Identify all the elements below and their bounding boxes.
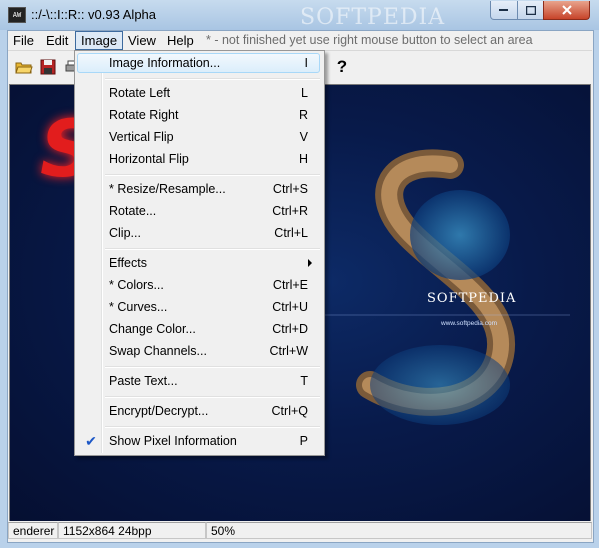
- menuitem-label: Show Pixel Information: [109, 434, 237, 448]
- save-button[interactable]: [38, 57, 58, 77]
- menuitem-effects[interactable]: Effects: [77, 253, 320, 273]
- menuitem-label: Rotate Right: [109, 108, 179, 122]
- menuitem-shortcut: Ctrl+U: [272, 300, 308, 314]
- maximize-button[interactable]: [517, 1, 544, 20]
- close-icon: [561, 5, 572, 15]
- menuitem-paste-text[interactable]: Paste Text... T: [77, 371, 320, 391]
- menuitem-label: * Curves...: [109, 300, 168, 314]
- app-icon[interactable]: AW: [8, 7, 26, 23]
- menuitem-shortcut: R: [298, 108, 308, 122]
- submenu-arrow-icon: [308, 259, 312, 267]
- menuitem-label: Vertical Flip: [109, 130, 174, 144]
- image-menu-dropdown: Image Information... I Rotate Left L Rot…: [74, 50, 325, 456]
- status-renderer: enderer: [8, 522, 58, 539]
- menuitem-change-color[interactable]: Change Color... Ctrl+D: [77, 319, 320, 339]
- menuitem-shortcut: P: [299, 434, 308, 448]
- menuitem-label: * Resize/Resample...: [109, 182, 226, 196]
- menu-image[interactable]: Image: [75, 31, 124, 50]
- menu-file[interactable]: File: [8, 32, 39, 49]
- menu-view[interactable]: View: [123, 32, 161, 49]
- help-cursor-button[interactable]: ?: [332, 57, 352, 77]
- canvas-brand-text: SOFTPEDIA: [427, 291, 517, 306]
- menuitem-rotate[interactable]: Rotate... Ctrl+R: [77, 201, 320, 221]
- menuitem-horizontal-flip[interactable]: Horizontal Flip H: [77, 149, 320, 169]
- menuitem-shortcut: H: [298, 152, 308, 166]
- menu-edit[interactable]: Edit: [41, 32, 73, 49]
- menuitem-shortcut: L: [301, 86, 308, 100]
- menuitem-shortcut: T: [300, 374, 308, 388]
- menuitem-label: Change Color...: [109, 322, 196, 336]
- menuitem-resize-resample[interactable]: * Resize/Resample... Ctrl+S: [77, 179, 320, 199]
- app-window: AW ::/-\::I::R:: v0.93 Alpha SOFTPEDIA F…: [0, 0, 599, 548]
- menuitem-clip[interactable]: Clip... Ctrl+L: [77, 223, 320, 243]
- minimize-button[interactable]: [490, 1, 518, 20]
- checkmark-icon: ✔: [85, 433, 97, 449]
- menu-help[interactable]: Help: [162, 32, 199, 49]
- title-watermark: SOFTPEDIA: [300, 5, 446, 30]
- menu-separator: [105, 248, 320, 250]
- canvas-url-text: www.softpedia.com: [441, 320, 497, 327]
- menuitem-shortcut: V: [299, 130, 308, 144]
- menuitem-show-pixel-information[interactable]: ✔ Show Pixel Information P: [77, 431, 320, 451]
- menu-hint-text: * - not finished yet use right mouse but…: [206, 33, 533, 47]
- menu-bar: File Edit Image View Help * - not finish…: [8, 31, 592, 51]
- menuitem-label: Rotate...: [109, 204, 157, 218]
- menuitem-label: * Colors...: [109, 278, 164, 292]
- status-zoom: 50%: [206, 522, 592, 539]
- menuitem-shortcut: Ctrl+E: [272, 278, 308, 292]
- menuitem-label: Swap Channels...: [109, 344, 207, 358]
- menuitem-shortcut: Ctrl+Q: [271, 404, 308, 418]
- status-image-info: 1152x864 24bpp: [58, 522, 206, 539]
- menuitem-curves[interactable]: * Curves... Ctrl+U: [77, 297, 320, 317]
- menuitem-colors[interactable]: * Colors... Ctrl+E: [77, 275, 320, 295]
- maximize-icon: [525, 5, 536, 15]
- menuitem-shortcut: Ctrl+S: [272, 182, 308, 196]
- save-disk-icon: [40, 59, 56, 75]
- menuitem-encrypt-decrypt[interactable]: Encrypt/Decrypt... Ctrl+Q: [77, 401, 320, 421]
- menu-separator: [105, 426, 320, 428]
- title-bar[interactable]: AW ::/-\::I::R:: v0.93 Alpha SOFTPEDIA: [0, 0, 599, 30]
- menuitem-shortcut: Ctrl+R: [272, 204, 308, 218]
- menuitem-rotate-right[interactable]: Rotate Right R: [77, 105, 320, 125]
- open-button[interactable]: [14, 57, 34, 77]
- minimize-icon: [499, 9, 508, 11]
- menuitem-label: Image Information...: [109, 56, 221, 70]
- menuitem-swap-channels[interactable]: Swap Channels... Ctrl+W: [77, 341, 320, 361]
- menuitem-label: Encrypt/Decrypt...: [109, 404, 209, 418]
- menuitem-rotate-left[interactable]: Rotate Left L: [77, 83, 320, 103]
- menuitem-label: Rotate Left: [109, 86, 171, 100]
- menuitem-image-information[interactable]: Image Information... I: [77, 53, 320, 73]
- open-folder-icon: [15, 62, 33, 74]
- status-bar: enderer 1152x864 24bpp 50%: [8, 521, 592, 541]
- menu-separator: [105, 78, 320, 80]
- window-title: ::/-\::I::R:: v0.93 Alpha: [31, 7, 157, 22]
- menuitem-shortcut: Ctrl+W: [269, 344, 308, 358]
- menuitem-label: Clip...: [109, 226, 141, 240]
- menuitem-label: Paste Text...: [109, 374, 178, 388]
- menu-separator: [105, 396, 320, 398]
- menuitem-vertical-flip[interactable]: Vertical Flip V: [77, 127, 320, 147]
- menuitem-shortcut: Ctrl+L: [274, 226, 308, 240]
- menuitem-label: Horizontal Flip: [109, 152, 189, 166]
- menu-separator: [105, 366, 320, 368]
- close-button[interactable]: [543, 1, 590, 20]
- menuitem-label: Effects: [109, 256, 147, 270]
- help-cursor-icon: ?: [336, 57, 348, 76]
- menuitem-shortcut: I: [304, 56, 308, 70]
- menuitem-shortcut: Ctrl+D: [272, 322, 308, 336]
- menu-separator: [105, 174, 320, 176]
